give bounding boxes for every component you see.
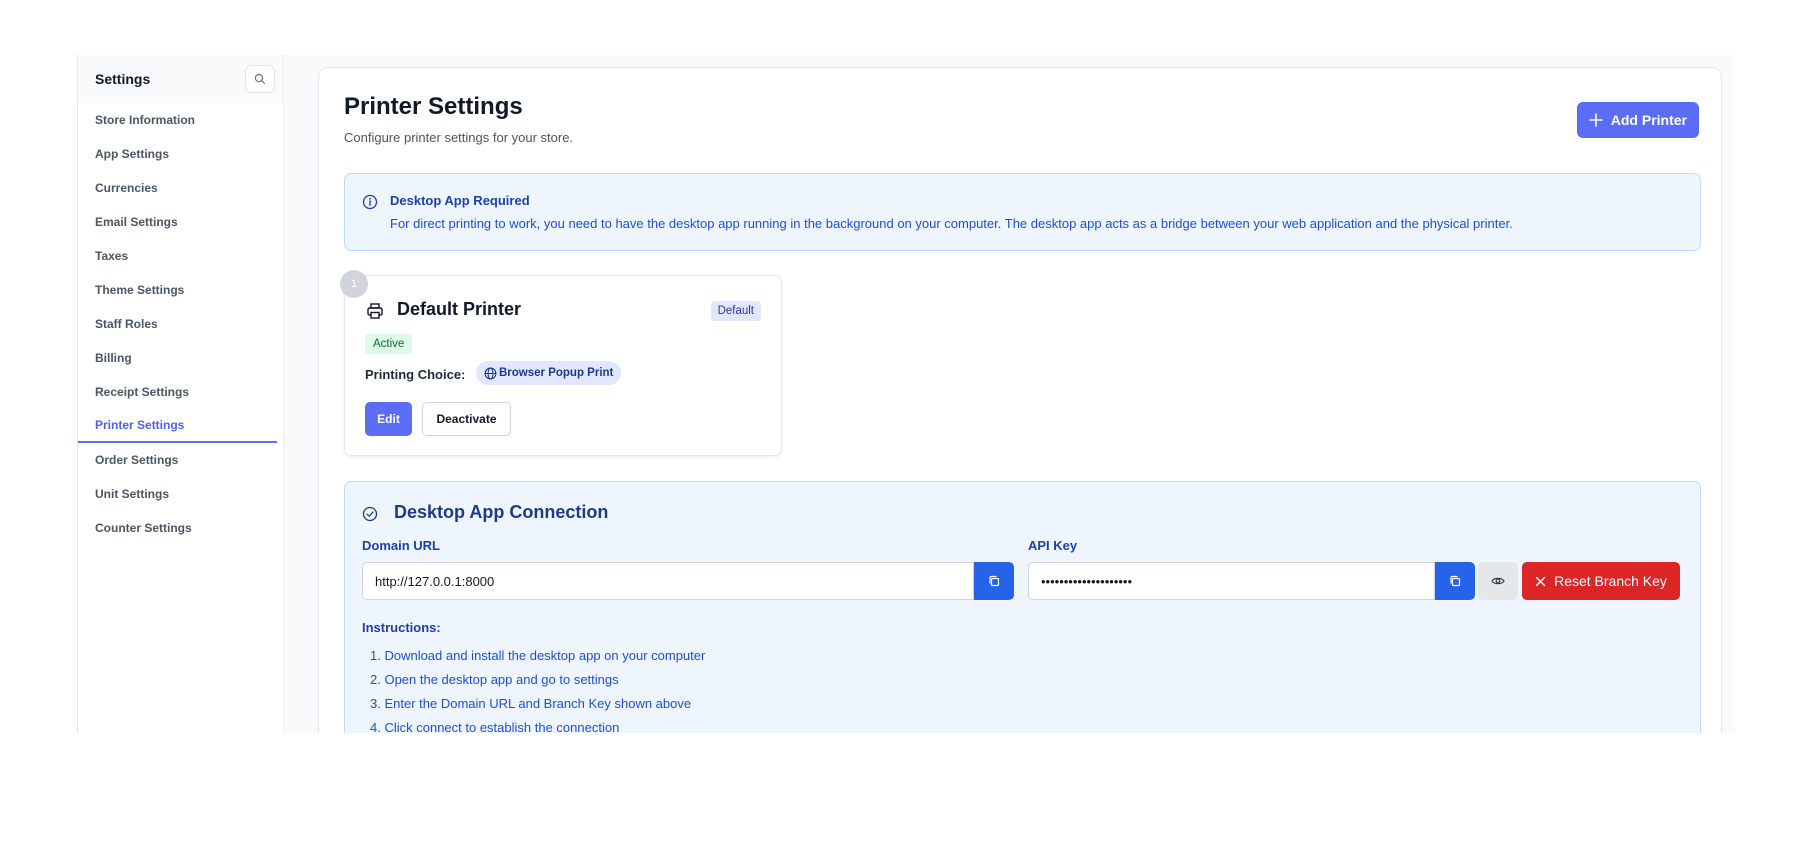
instructions-list: 1. Download and install the desktop app … — [370, 644, 705, 733]
instructions-title: Instructions: — [362, 620, 441, 635]
copy-api-key-button[interactable] — [1435, 562, 1475, 600]
deactivate-button[interactable]: Deactivate — [422, 402, 511, 436]
close-icon — [1535, 576, 1546, 586]
copy-icon — [989, 575, 1000, 587]
notice-title: Desktop App Required — [390, 193, 530, 208]
list-item: 4. Click connect to establish the connec… — [370, 720, 620, 733]
sidebar-item-email-settings[interactable]: Email Settings — [78, 205, 283, 239]
notice-text: For direct printing to work, you need to… — [390, 216, 1513, 231]
list-item: 2. Open the desktop app and go to settin… — [370, 672, 619, 687]
search-icon — [254, 73, 266, 85]
edit-button[interactable]: Edit — [365, 402, 412, 436]
sidebar-title: Settings — [95, 71, 151, 87]
sidebar-item-receipt-settings[interactable]: Receipt Settings — [78, 375, 283, 409]
printer-icon — [367, 303, 383, 319]
printer-number-badge: 1 — [340, 270, 368, 298]
sidebar-nav: Store Information App Settings Currencie… — [78, 103, 283, 545]
api-key-field[interactable]: •••••••••••••••••••• — [1028, 562, 1435, 600]
sidebar-item-printer-settings[interactable]: Printer Settings — [78, 409, 277, 443]
printer-card: 1 Default Printer Default Active Printin… — [340, 270, 782, 456]
connection-title: Desktop App Connection — [394, 502, 609, 522]
add-printer-label: Add Printer — [1610, 112, 1687, 128]
toggle-visibility-button[interactable] — [1478, 562, 1518, 600]
info-icon — [362, 194, 378, 210]
copy-icon — [1450, 575, 1461, 587]
check-circle-icon — [362, 506, 378, 522]
api-key-label: API Key — [1028, 538, 1078, 553]
desktop-app-notice: Desktop App Required For direct printing… — [344, 173, 1701, 251]
reset-branch-key-label: Reset Branch Key — [1554, 573, 1667, 589]
printing-choice-label: Printing Choice: — [365, 367, 466, 382]
status-badge: Active — [365, 334, 413, 354]
list-item: 3. Enter the Domain URL and Branch Key s… — [370, 696, 692, 711]
printing-choice-value: Browser Popup Print — [499, 367, 614, 379]
app-frame: Settings Store Information App Settings … — [77, 55, 1735, 733]
sidebar-item-theme-settings[interactable]: Theme Settings — [78, 273, 283, 307]
sidebar-item-app-settings[interactable]: App Settings — [78, 137, 283, 171]
printing-choice-pill: Browser Popup Print — [476, 361, 622, 385]
page-subtitle: Configure printer settings for your stor… — [344, 130, 574, 145]
sidebar-search-button[interactable] — [245, 65, 275, 93]
sidebar-item-billing[interactable]: Billing — [78, 341, 283, 375]
copy-domain-button[interactable] — [974, 562, 1014, 600]
sidebar-item-currencies[interactable]: Currencies — [78, 171, 283, 205]
sidebar-item-order-settings[interactable]: Order Settings — [78, 443, 283, 477]
sidebar-item-unit-settings[interactable]: Unit Settings — [78, 477, 283, 511]
sidebar-item-store-information[interactable]: Store Information — [78, 103, 283, 137]
domain-url-label: Domain URL — [362, 538, 440, 553]
default-badge: Default — [710, 301, 761, 321]
sidebar-item-taxes[interactable]: Taxes — [78, 239, 283, 273]
page-title: Printer Settings — [344, 93, 523, 120]
reset-branch-key-button[interactable]: Reset Branch Key — [1522, 562, 1680, 600]
add-printer-button[interactable]: Add Printer — [1576, 102, 1699, 138]
list-item: 1. Download and install the desktop app … — [370, 648, 706, 663]
domain-url-field[interactable]: http://127.0.0.1:8000 — [362, 562, 974, 600]
settings-sidebar: Settings Store Information App Settings … — [77, 55, 284, 733]
desktop-app-connection: Desktop App Connection Domain URL http:/… — [344, 481, 1701, 733]
printer-settings-card: Printer Settings Configure printer setti… — [318, 67, 1722, 733]
sidebar-item-staff-roles[interactable]: Staff Roles — [78, 307, 283, 341]
printer-name: Default Printer — [397, 299, 522, 319]
sidebar-header: Settings — [78, 55, 283, 103]
sidebar-item-counter-settings[interactable]: Counter Settings — [78, 511, 283, 545]
globe-icon — [484, 367, 497, 379]
plus-icon — [1588, 113, 1603, 127]
eye-icon — [1491, 577, 1505, 585]
